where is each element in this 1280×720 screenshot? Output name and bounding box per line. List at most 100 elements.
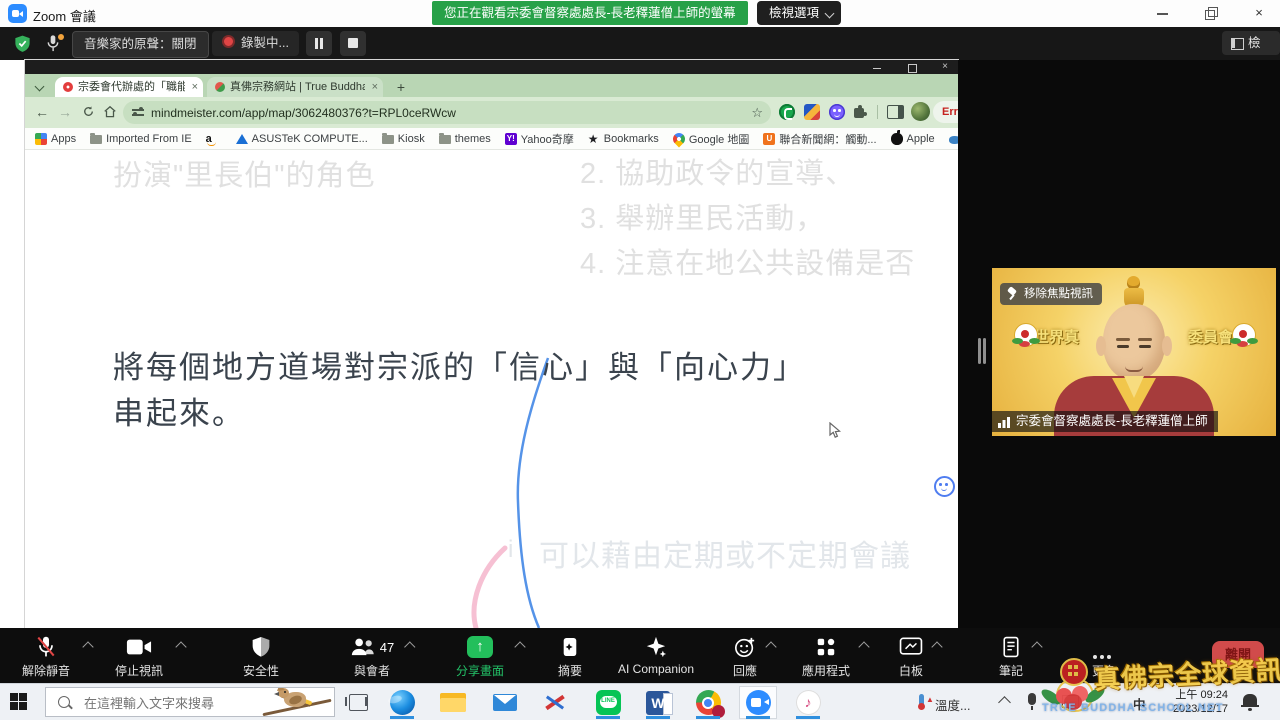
participants-button[interactable]: 47 與會者	[350, 635, 394, 679]
extension-icon-smiley[interactable]	[829, 104, 845, 120]
remove-spotlight-button[interactable]: 移除焦點視訊	[1000, 283, 1102, 305]
extension-icon-colorful[interactable]	[804, 104, 820, 120]
restore-button[interactable]	[1203, 5, 1219, 21]
browser-tab-bar: 宗委會代辦處的「職能」及「概念 × 真佛宗務網站 | True Buddha S…	[25, 74, 958, 97]
chevron-up-icon[interactable]	[405, 641, 416, 652]
tray-mic-icon[interactable]	[1028, 693, 1036, 705]
more-dots-icon	[1092, 635, 1116, 659]
apps-button[interactable]: 應用程式	[802, 635, 850, 679]
security-shield-icon[interactable]	[13, 34, 32, 53]
unmute-button[interactable]: 解除靜音	[22, 635, 70, 679]
side-panel-icon[interactable]	[887, 105, 904, 119]
reactions-button[interactable]: 回應	[733, 635, 757, 679]
task-view-icon[interactable]	[349, 694, 368, 711]
mindmap-node-faded-item2: 2. 協助政令的宣導、	[580, 150, 855, 192]
search-input[interactable]	[82, 688, 256, 717]
whiteboard-button[interactable]: 白板	[899, 635, 923, 679]
profile-avatar[interactable]	[911, 102, 930, 121]
bookmark-apple[interactable]: Apple	[891, 133, 935, 145]
audio-status-icon[interactable]	[46, 34, 64, 53]
taskbar-mail[interactable]	[486, 686, 524, 719]
taskbar-search-box[interactable]	[45, 687, 335, 717]
clock-date: 2023/12/17	[1158, 702, 1228, 716]
maps-pin-icon	[670, 130, 687, 147]
chevron-up-icon[interactable]	[175, 641, 186, 652]
ime-indicator[interactable]: 中	[1133, 694, 1146, 713]
browser-close-button[interactable]: ×	[938, 61, 952, 73]
back-button[interactable]: ←	[33, 103, 51, 121]
bookmark-yahoo[interactable]: Y!Yahoo奇摩	[505, 131, 574, 147]
bookmark-asustek[interactable]: ASUSTeK COMPUTE...	[236, 133, 368, 145]
tab-close-icon[interactable]: ×	[192, 77, 198, 97]
home-button[interactable]	[101, 103, 119, 121]
mindmap-canvas[interactable]: 扮演"里長伯"的角色 2. 協助政令的宣導、 3. 舉辦里民活動， 4. 注意在…	[25, 150, 958, 628]
chevron-up-icon[interactable]	[858, 641, 869, 652]
taskbar-snip-app[interactable]	[536, 686, 574, 719]
start-button[interactable]	[10, 693, 27, 710]
recording-indicator: 錄製中...	[212, 31, 299, 56]
taskbar-file-explorer[interactable]	[434, 686, 472, 719]
browser-tab-inactive[interactable]: 真佛宗務網站 | True Buddha Sc ×	[207, 77, 383, 97]
taskbar-itunes[interactable]: ♪	[789, 686, 827, 719]
stop-recording-button[interactable]	[340, 31, 366, 56]
reload-button[interactable]	[79, 103, 97, 121]
chevron-up-icon[interactable]	[82, 641, 93, 652]
address-bar[interactable]: mindmeister.com/app/map/3062480376?t=RPL…	[123, 101, 771, 124]
tab-search-icon[interactable]	[32, 78, 48, 94]
bookmark-google-maps[interactable]: Google 地圖	[673, 131, 750, 147]
leave-meeting-button[interactable]: 離開	[1212, 641, 1264, 668]
help-widget-icon[interactable]	[934, 476, 955, 497]
bookmark-bookmarks[interactable]: ★Bookmarks	[588, 133, 659, 145]
running-indicator	[696, 716, 720, 719]
speaker-video-tile[interactable]: 世界真 委員會 移除焦點視訊 宗委會督察處處長-長老釋蓮僧上師	[992, 268, 1276, 436]
bookmark-amazon[interactable]: a	[206, 133, 222, 145]
notes-button[interactable]: 筆記	[999, 635, 1023, 679]
weather-thermometer-icon[interactable]	[919, 694, 924, 708]
tray-display-icon[interactable]	[1062, 695, 1079, 708]
edge-icon	[390, 690, 415, 715]
chevron-up-icon[interactable]	[931, 641, 942, 652]
stop-video-button[interactable]: 停止視訊	[115, 635, 163, 679]
taskbar-line[interactable]	[589, 686, 627, 719]
browser-maximize-button[interactable]	[905, 61, 919, 73]
chevron-up-icon[interactable]	[514, 641, 525, 652]
pause-recording-button[interactable]	[306, 31, 332, 56]
close-button[interactable]: ×	[1251, 5, 1267, 21]
taskbar-word[interactable]: W	[639, 686, 677, 719]
bookmark-star-icon[interactable]: ☆	[751, 105, 763, 121]
browser-minimize-button[interactable]	[870, 61, 884, 73]
site-settings-icon[interactable]	[132, 107, 144, 118]
bookmark-apps[interactable]: Apps	[35, 133, 76, 145]
bookmark-imported-from-ie[interactable]: Imported From IE	[90, 133, 192, 145]
taskbar-zoom[interactable]	[739, 686, 777, 719]
taskbar-edge[interactable]	[383, 686, 421, 719]
summary-icon	[558, 635, 582, 659]
extension-icon-green[interactable]	[779, 104, 795, 120]
extensions-puzzle-icon[interactable]	[854, 105, 867, 118]
browser-window: × 宗委會代辦處的「職能」及「概念 × 真佛宗務網站 | True Buddha…	[25, 60, 958, 628]
bookmark-udn-news[interactable]: U聯合新聞網：觸動...	[763, 131, 876, 147]
panel-collapse-handle[interactable]	[978, 338, 987, 364]
bookmark-themes[interactable]: themes	[439, 133, 491, 145]
browser-tab-active[interactable]: 宗委會代辦處的「職能」及「概念 ×	[55, 77, 203, 97]
view-options-button[interactable]: 檢視選項	[757, 1, 841, 25]
original-sound-button[interactable]: 音樂家的原聲：關閉	[72, 31, 209, 58]
share-screen-button[interactable]: ↑ 分享畫面	[456, 635, 504, 679]
taskbar-clock[interactable]: 上午 09:24 2023/12/17	[1158, 688, 1228, 716]
chevron-up-icon[interactable]	[765, 641, 776, 652]
bookmark-kiosk[interactable]: Kiosk	[382, 133, 425, 145]
forward-button[interactable]: →	[56, 103, 74, 121]
summary-button[interactable]: 摘要	[558, 635, 582, 679]
security-button[interactable]: 安全性	[243, 635, 279, 679]
weather-widget[interactable]: 溫度...	[935, 695, 970, 714]
chevron-up-icon[interactable]	[1031, 641, 1042, 652]
ai-companion-button[interactable]: AI Companion	[618, 635, 694, 676]
tab-close-icon[interactable]: ×	[372, 77, 378, 97]
notification-center-icon[interactable]	[1243, 694, 1257, 707]
view-layout-button[interactable]: 檢視	[1222, 31, 1280, 55]
minimize-button[interactable]	[1155, 5, 1171, 21]
new-tab-button[interactable]: +	[393, 79, 409, 95]
tray-expand-chevron[interactable]	[998, 696, 1011, 709]
more-button[interactable]: 更多	[1092, 635, 1116, 679]
taskbar-chrome[interactable]	[689, 686, 727, 719]
